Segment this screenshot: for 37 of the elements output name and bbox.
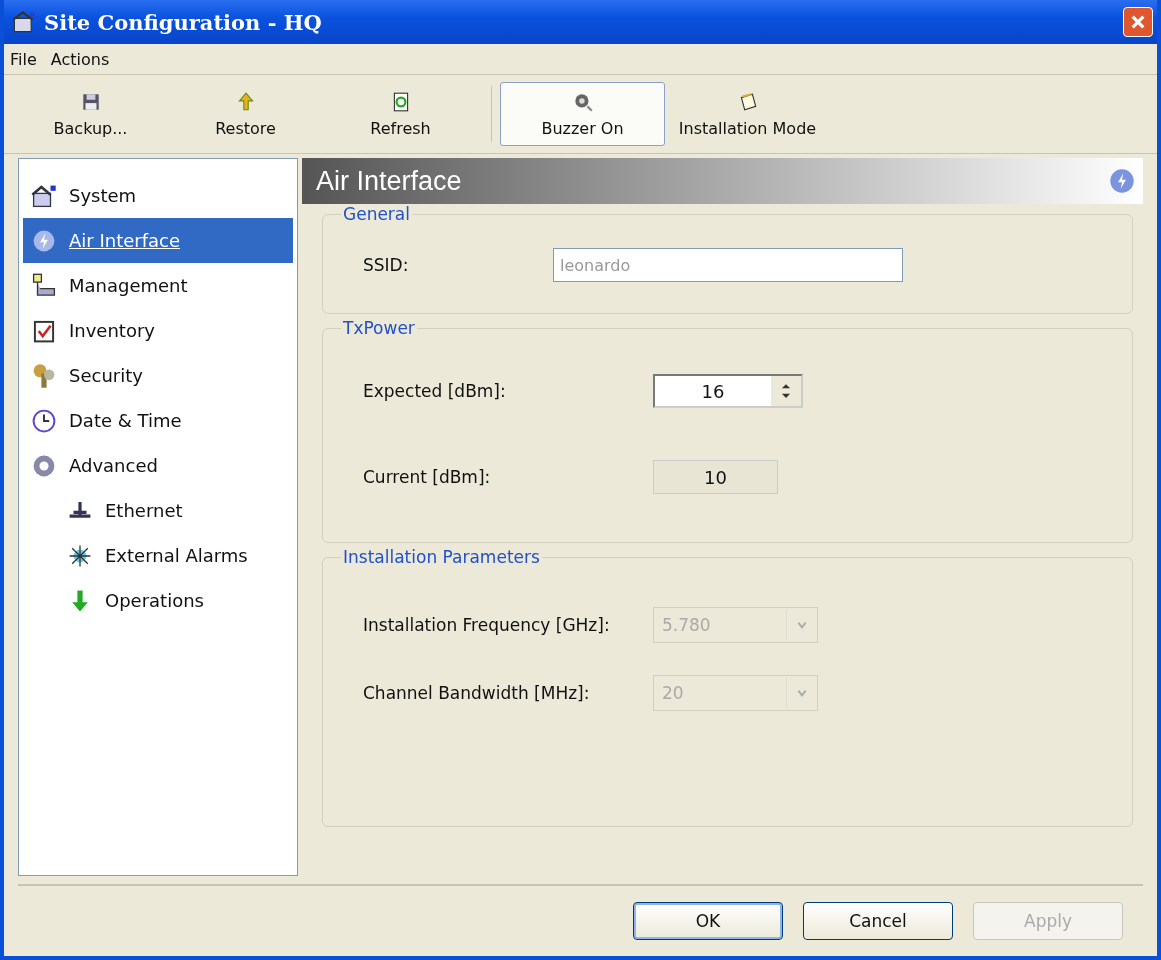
clock-icon <box>31 407 57 434</box>
window-title: Site Configuration - HQ <box>44 9 323 35</box>
sidebar-item[interactable]: Advanced <box>23 443 293 488</box>
sidebar-item[interactable]: Air Interface <box>23 218 293 263</box>
sidebar-item[interactable]: Date & Time <box>23 398 293 443</box>
field-label: Installation Frequency [GHz]: <box>363 615 611 635</box>
group-title: Installation Parameters <box>342 547 541 567</box>
close-button[interactable] <box>1123 7 1153 37</box>
sidebar-item[interactable]: Operations <box>23 578 293 623</box>
toolbar-button[interactable]: Installation Mode <box>665 82 830 146</box>
dialog-button[interactable]: OK <box>633 902 783 940</box>
toolbar-button[interactable]: Backup... <box>8 82 173 146</box>
lightning-icon <box>1109 168 1135 194</box>
toolbar-button[interactable]: Buzzer On <box>500 82 665 146</box>
field-label: Channel Bandwidth [MHz]: <box>363 683 591 703</box>
house-icon <box>12 10 36 34</box>
toolbar-button[interactable]: Restore <box>173 82 318 146</box>
sidebar-item[interactable]: External Alarms <box>23 533 293 578</box>
sidebar-item[interactable]: Inventory <box>23 308 293 353</box>
menu-item[interactable]: File <box>10 49 37 69</box>
group-title: TxPower <box>342 318 416 338</box>
field-label: SSID: <box>363 255 410 275</box>
panel-title: Air Interface <box>316 165 462 197</box>
readonly-field: 10 <box>653 460 778 494</box>
sidebar-item[interactable]: Management <box>23 263 293 308</box>
sidebar-item[interactable]: Ethernet <box>23 488 293 533</box>
menu-item[interactable]: Actions <box>50 49 110 69</box>
spinner-field[interactable]: 16 <box>653 374 803 408</box>
sidebar-item[interactable]: Security <box>23 353 293 398</box>
toolbar-button[interactable]: Refresh <box>318 82 483 146</box>
dialog-button[interactable]: Cancel <box>803 902 953 940</box>
house-icon <box>31 182 57 209</box>
group-title: General <box>342 204 411 224</box>
field-label: Expected [dBm]: <box>363 381 507 401</box>
close-icon <box>1130 14 1146 30</box>
field-label: Current [dBm]: <box>363 467 492 487</box>
sidebar-item[interactable]: System <box>23 173 293 218</box>
